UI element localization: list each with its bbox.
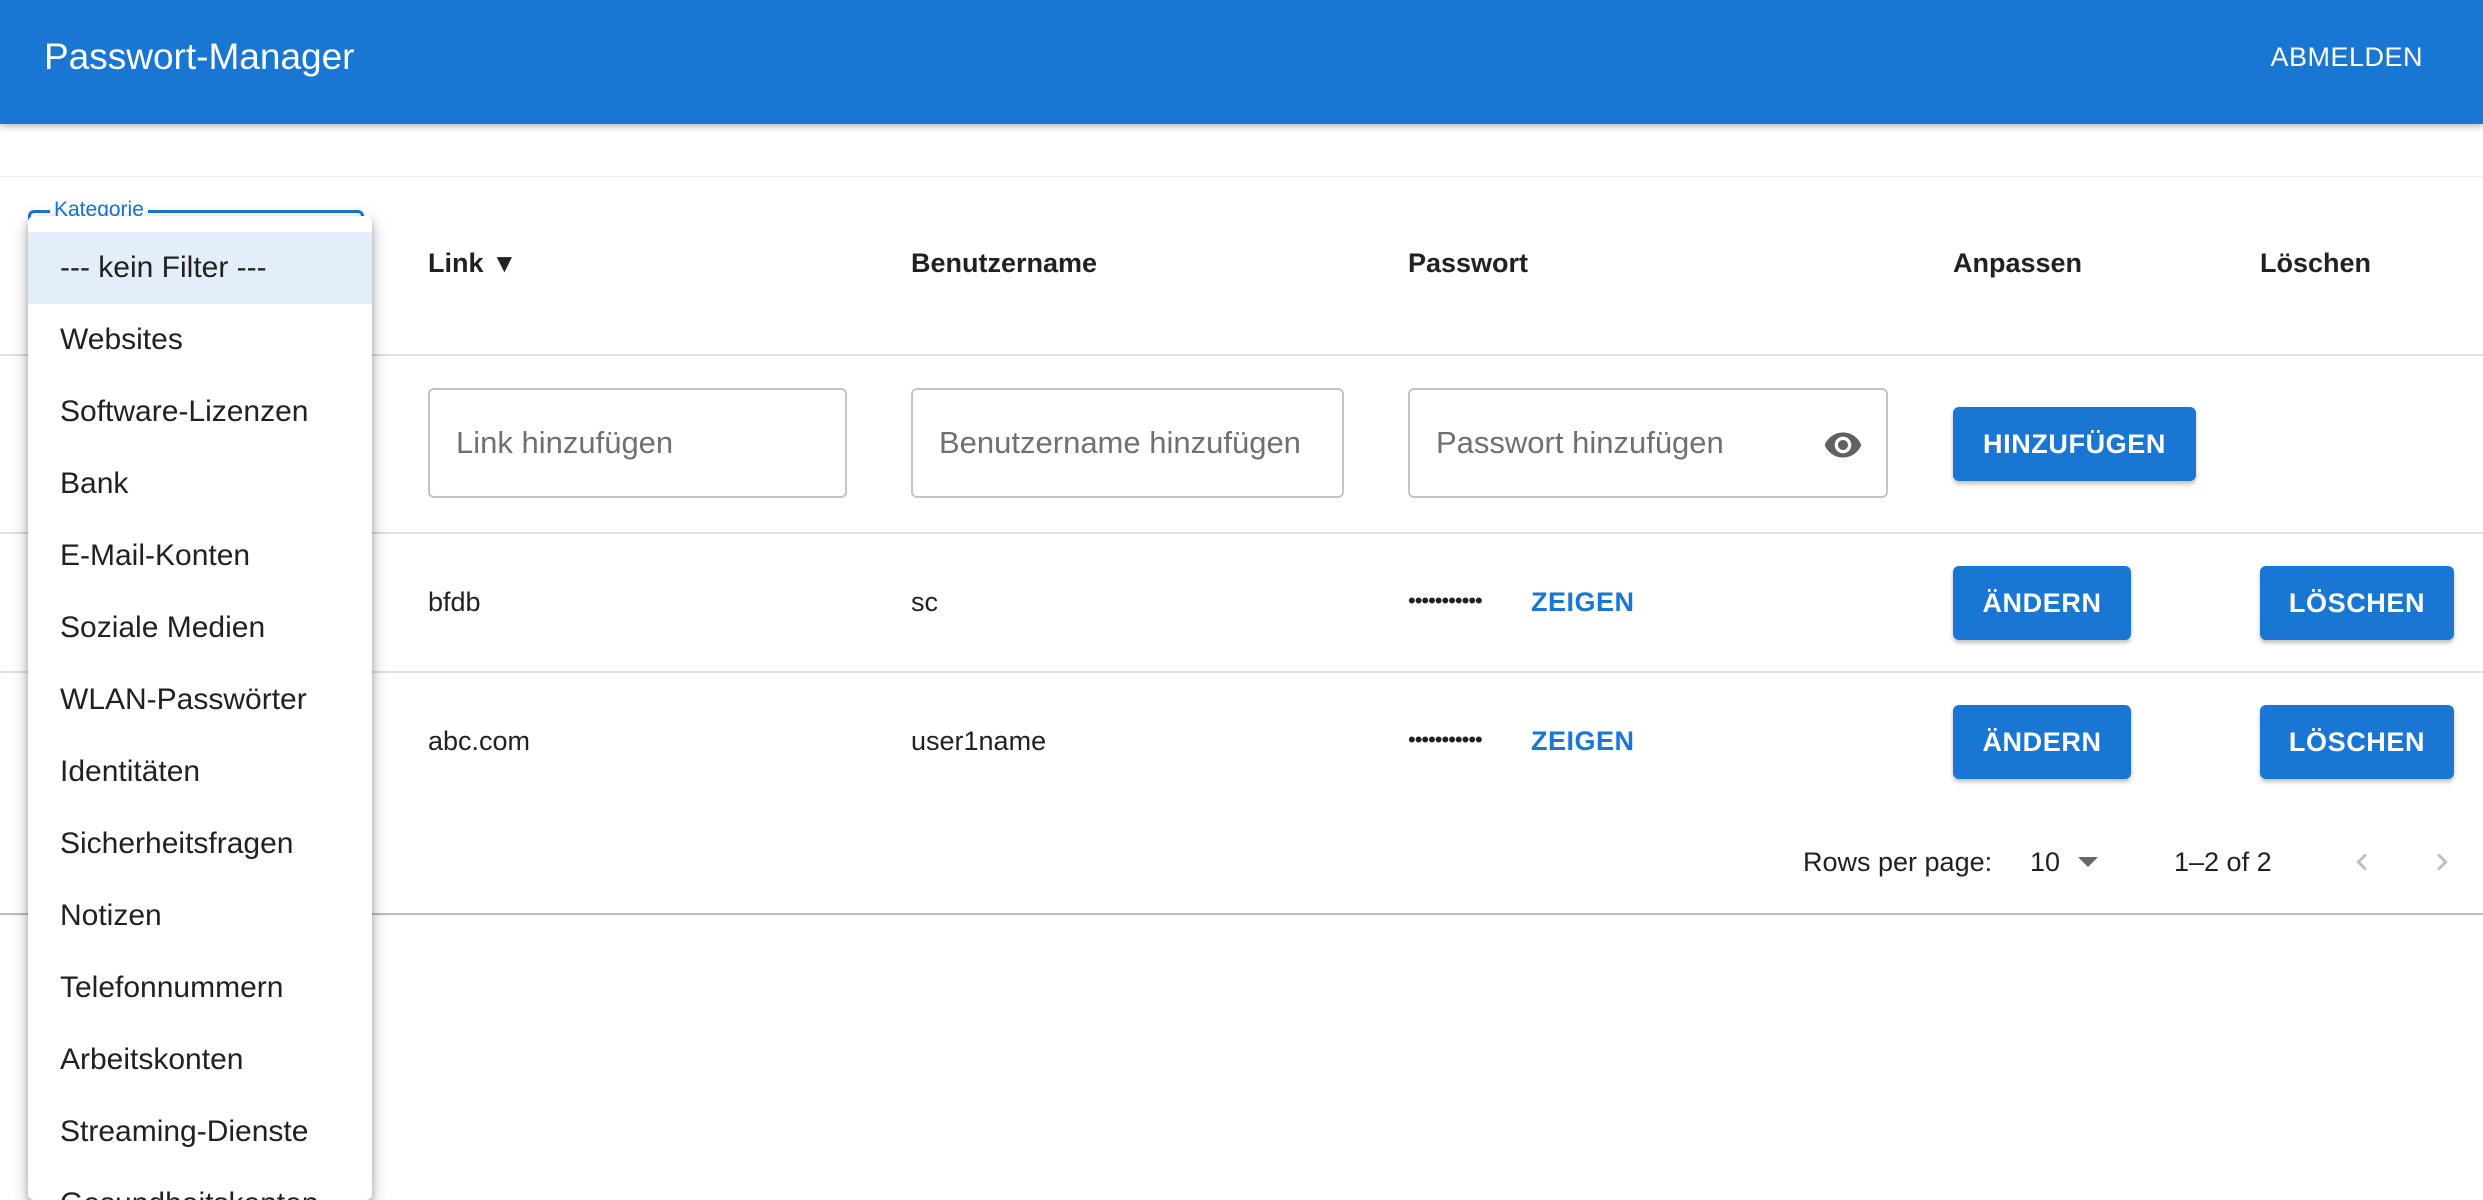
username-input[interactable] xyxy=(913,390,1342,496)
row-2-username: user1name xyxy=(911,726,1047,756)
column-header-username: Benutzername xyxy=(911,248,1098,278)
category-option-email-accounts[interactable]: E-Mail-Konten xyxy=(28,520,372,592)
category-dropdown-menu: --- kein Filter --- Websites Software-Li… xyxy=(28,216,372,1200)
caret-down-icon xyxy=(2078,857,2099,867)
category-option-software-licenses[interactable]: Software-Lizenzen xyxy=(28,376,372,448)
rows-per-page-value: 10 xyxy=(2030,846,2061,877)
rows-per-page-select[interactable]: 10 xyxy=(2030,842,2099,882)
category-option-websites[interactable]: Websites xyxy=(28,304,372,376)
app-bar: Passwort-Manager ABMELDEN xyxy=(0,0,2483,124)
row-divider xyxy=(0,671,2483,673)
row-1-edit-button[interactable]: ÄNDERN xyxy=(1953,566,2131,640)
password-input-field[interactable] xyxy=(1408,388,1888,498)
password-table xyxy=(0,177,2483,915)
category-option-security-questions[interactable]: Sicherheitsfragen xyxy=(28,808,372,880)
row-1-link: bfdb xyxy=(428,587,481,617)
chevron-left-icon[interactable] xyxy=(2345,845,2379,879)
row-2-password-mask: ••••••••••• xyxy=(1408,727,1483,752)
column-header-link[interactable]: Link ▼ xyxy=(428,248,517,279)
row-divider xyxy=(0,354,2483,356)
row-divider xyxy=(0,532,2483,534)
category-option-phone-numbers[interactable]: Telefonnummern xyxy=(28,952,372,1024)
app-title: Passwort-Manager xyxy=(44,36,355,77)
add-button[interactable]: HINZUFÜGEN xyxy=(1953,407,2196,481)
category-option-social-media[interactable]: Soziale Medien xyxy=(28,592,372,664)
category-option-health-accounts[interactable]: Gesundheitskonten xyxy=(28,1168,372,1200)
row-1-show-password-button[interactable]: ZEIGEN xyxy=(1531,587,1635,618)
column-header-link-label: Link xyxy=(428,248,484,278)
row-1-username: sc xyxy=(911,587,938,617)
row-2-edit-button[interactable]: ÄNDERN xyxy=(1953,705,2131,779)
column-header-edit: Anpassen xyxy=(1953,248,2083,278)
category-option-streaming-services[interactable]: Streaming-Dienste xyxy=(28,1096,372,1168)
category-option-work-accounts[interactable]: Arbeitskonten xyxy=(28,1024,372,1096)
link-input-field[interactable] xyxy=(428,388,847,498)
row-1-delete-button[interactable]: LÖSCHEN xyxy=(2260,566,2454,640)
row-1-password-mask: ••••••••••• xyxy=(1408,588,1483,613)
row-2-delete-button[interactable]: LÖSCHEN xyxy=(2260,705,2454,779)
category-option-wifi-passwords[interactable]: WLAN-Passwörter xyxy=(28,664,372,736)
link-input[interactable] xyxy=(430,390,845,496)
eye-icon[interactable] xyxy=(1820,425,1866,465)
logout-button[interactable]: ABMELDEN xyxy=(2270,42,2423,73)
chevron-right-icon[interactable] xyxy=(2425,845,2459,879)
sort-arrow-icon: ▼ xyxy=(491,248,518,278)
column-header-delete: Löschen xyxy=(2260,248,2372,278)
pagination-range: 1–2 of 2 xyxy=(2174,847,2272,877)
category-option-no-filter[interactable]: --- kein Filter --- xyxy=(28,232,372,304)
column-header-password: Passwort xyxy=(1408,248,1529,278)
category-option-notes[interactable]: Notizen xyxy=(28,880,372,952)
rows-per-page-label: Rows per page: xyxy=(1803,847,1993,877)
row-2-show-password-button[interactable]: ZEIGEN xyxy=(1531,726,1635,757)
username-input-field[interactable] xyxy=(911,388,1344,498)
password-input[interactable] xyxy=(1410,390,1886,496)
category-option-identities[interactable]: Identitäten xyxy=(28,736,372,808)
row-2-link: abc.com xyxy=(428,726,531,756)
category-option-bank[interactable]: Bank xyxy=(28,448,372,520)
